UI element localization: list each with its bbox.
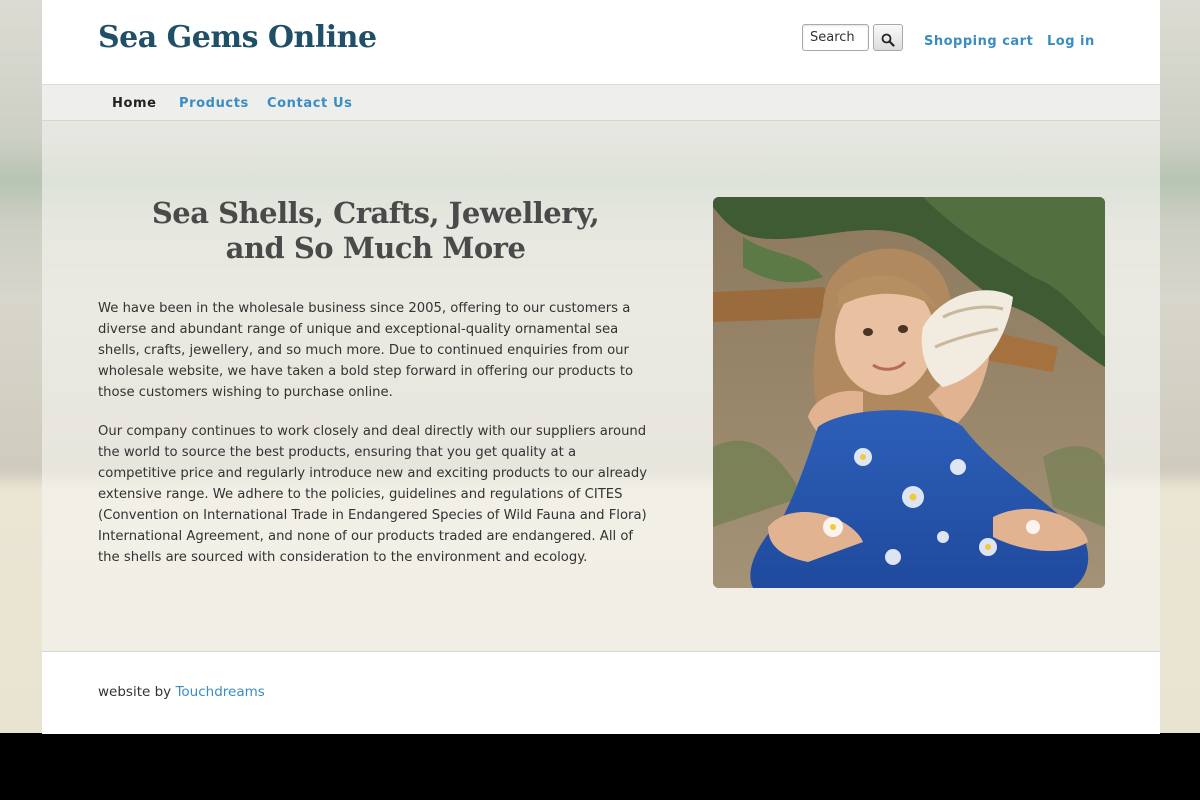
page-heading-line1: Sea Shells, Crafts, Jewellery, <box>151 196 600 230</box>
magnifier-icon <box>881 33 895 47</box>
nav-item-contact-us[interactable]: Contact Us <box>267 96 352 111</box>
company-paragraph-text: Our company continues to work closely an… <box>98 424 647 565</box>
page-heading: Sea Shells, Crafts, Jewellery, and So Mu… <box>98 196 653 266</box>
shopping-cart-link[interactable]: Shopping cart <box>924 34 1033 49</box>
nav-item-home[interactable]: Home <box>112 96 157 111</box>
touchdreams-link[interactable]: Touchdreams <box>175 684 264 700</box>
footer-credit-prefix: website by <box>98 684 172 700</box>
photo-illustration <box>713 197 1105 588</box>
main-nav: Home Products Contact Us <box>42 85 1160 121</box>
page-heading-line2: and So Much More <box>225 231 526 265</box>
intro-paragraph: We have been in the wholesale business s… <box>98 298 658 403</box>
girl-with-shell-photo <box>713 197 1105 588</box>
intro-paragraph-text: We have been in the wholesale business s… <box>98 301 634 400</box>
login-link[interactable]: Log in <box>1047 34 1095 49</box>
page-container: Sea Gems Online Shopping cart Log in Hom… <box>42 0 1160 734</box>
site-header: Sea Gems Online Shopping cart Log in <box>42 0 1160 85</box>
site-logo[interactable]: Sea Gems Online <box>98 20 377 55</box>
footer-credit: website by Touchdreams <box>98 684 265 700</box>
company-paragraph: Our company continues to work closely an… <box>98 421 658 568</box>
site-footer: website by Touchdreams <box>42 651 1160 734</box>
search-button[interactable] <box>873 24 903 51</box>
search-input[interactable] <box>802 24 869 51</box>
nav-item-products[interactable]: Products <box>179 96 249 111</box>
